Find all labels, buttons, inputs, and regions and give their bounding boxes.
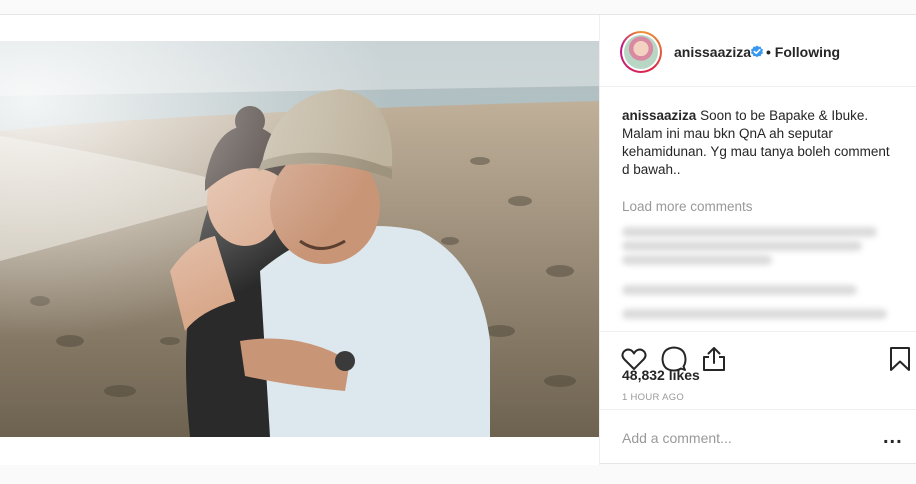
- action-bar: [600, 331, 916, 373]
- post-header: anissaaziza • Following: [600, 15, 916, 87]
- following-button[interactable]: • Following: [766, 44, 840, 60]
- add-comment-bar: ...: [600, 409, 916, 465]
- blurred-comment-line: [622, 285, 857, 295]
- instagram-post: anissaaziza • Following anissaaziza Soon…: [0, 14, 916, 465]
- post-caption: anissaaziza Soon to be Bapake & Ibuke. M…: [622, 107, 892, 179]
- username-link[interactable]: anissaaziza: [674, 44, 751, 60]
- post-photo[interactable]: [0, 41, 599, 437]
- share-icon[interactable]: [700, 345, 728, 373]
- post-image-area: [0, 15, 599, 465]
- avatar[interactable]: [620, 31, 662, 73]
- blurred-comment-line: [622, 255, 772, 265]
- post-photo-image: [0, 41, 599, 437]
- avatar-ring-inner: [622, 33, 660, 71]
- post-timestamp[interactable]: 1 HOUR AGO: [622, 392, 684, 403]
- post-sidebar: anissaaziza • Following anissaaziza Soon…: [599, 15, 916, 465]
- blurred-comment-line: [622, 227, 877, 237]
- verified-badge-icon: [751, 45, 763, 58]
- bookmark-icon[interactable]: [886, 345, 914, 373]
- more-options-button[interactable]: ...: [883, 426, 903, 449]
- likes-count[interactable]: 48,832 likes: [622, 367, 700, 383]
- comment-input[interactable]: [622, 430, 852, 446]
- avatar-image: [624, 35, 658, 69]
- caption-username[interactable]: anissaaziza: [622, 108, 696, 123]
- blurred-comment-line: [622, 241, 862, 251]
- load-more-comments-link[interactable]: Load more comments: [622, 199, 753, 214]
- blurred-comment-line: [622, 309, 887, 319]
